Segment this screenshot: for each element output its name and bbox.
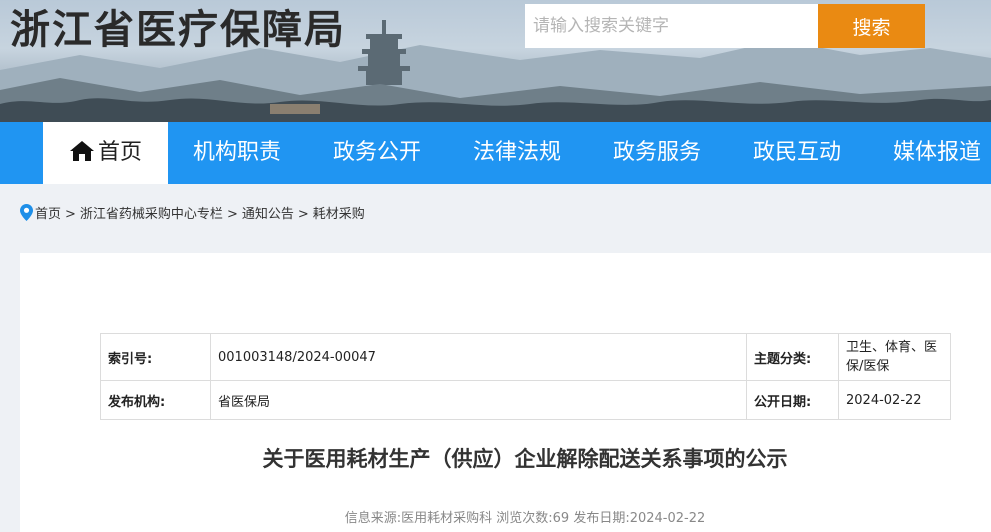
- topic-label: 主题分类:: [746, 333, 839, 381]
- nav-item-gov-affairs-public[interactable]: 政务公开: [333, 122, 421, 184]
- breadcrumb-notices[interactable]: 通知公告: [242, 207, 294, 222]
- nav-item-interaction[interactable]: 政民互动: [753, 122, 841, 184]
- publisher-value: 省医保局: [210, 380, 747, 420]
- article-card: 索引号: 001003148/2024-00047 主题分类: 卫生、体育、医保…: [20, 253, 991, 532]
- table-row: 索引号: 001003148/2024-00047 主题分类: 卫生、体育、医保…: [100, 333, 951, 381]
- index-value: 001003148/2024-00047: [210, 333, 747, 381]
- nav-item-home[interactable]: 首页: [43, 122, 168, 184]
- header-banner: 浙江省医疗保障局 搜索: [0, 0, 991, 122]
- home-icon: [69, 125, 95, 187]
- breadcrumb: 首页 > 浙江省药械采购中心专栏 > 通知公告 > 耗材采购: [20, 204, 365, 226]
- open-date-label: 公开日期:: [746, 380, 839, 420]
- nav-item-gov-services[interactable]: 政务服务: [613, 122, 701, 184]
- site-title: 浙江省医疗保障局: [10, 6, 346, 53]
- publisher-label: 发布机构:: [100, 380, 211, 420]
- search-input[interactable]: [525, 4, 818, 48]
- nav-item-label: 首页: [97, 140, 142, 165]
- table-row: 发布机构: 省医保局 公开日期: 2024-02-22: [100, 380, 951, 420]
- article-info: 信息来源:医用耗材采购科 浏览次数:69 发布日期:2024-02-22: [100, 507, 950, 526]
- breadcrumb-current[interactable]: 耗材采购: [313, 207, 365, 222]
- location-pin-icon: [20, 204, 33, 229]
- metadata-table: 索引号: 001003148/2024-00047 主题分类: 卫生、体育、医保…: [100, 333, 951, 420]
- index-label: 索引号:: [100, 333, 211, 381]
- source-value: 医用耗材采购科: [401, 511, 493, 526]
- breadcrumb-separator: >: [297, 207, 309, 222]
- main-nav: 首页 机构职责 政务公开 法律法规 政务服务 政民互动 媒体报道: [0, 122, 991, 184]
- breadcrumb-home[interactable]: 首页: [35, 207, 61, 222]
- nav-item-org-duties[interactable]: 机构职责: [193, 122, 281, 184]
- breadcrumb-column[interactable]: 浙江省药械采购中心专栏: [80, 207, 223, 222]
- topic-value: 卫生、体育、医保/医保: [838, 333, 951, 381]
- search-button[interactable]: 搜索: [818, 4, 925, 48]
- article-title: 关于医用耗材生产（供应）企业解除配送关系事项的公示: [262, 447, 788, 471]
- date-label: 发布日期:: [573, 511, 630, 526]
- views-label: 浏览次数:: [496, 511, 553, 526]
- open-date-value: 2024-02-22: [838, 380, 951, 420]
- nav-item-laws[interactable]: 法律法规: [473, 122, 561, 184]
- views-value: 69: [552, 511, 570, 526]
- source-label: 信息来源:: [344, 511, 402, 526]
- nav-item-media[interactable]: 媒体报道: [893, 122, 981, 184]
- breadcrumb-separator: >: [226, 207, 238, 222]
- date-value: 2024-02-22: [629, 511, 706, 526]
- breadcrumb-separator: >: [65, 207, 76, 222]
